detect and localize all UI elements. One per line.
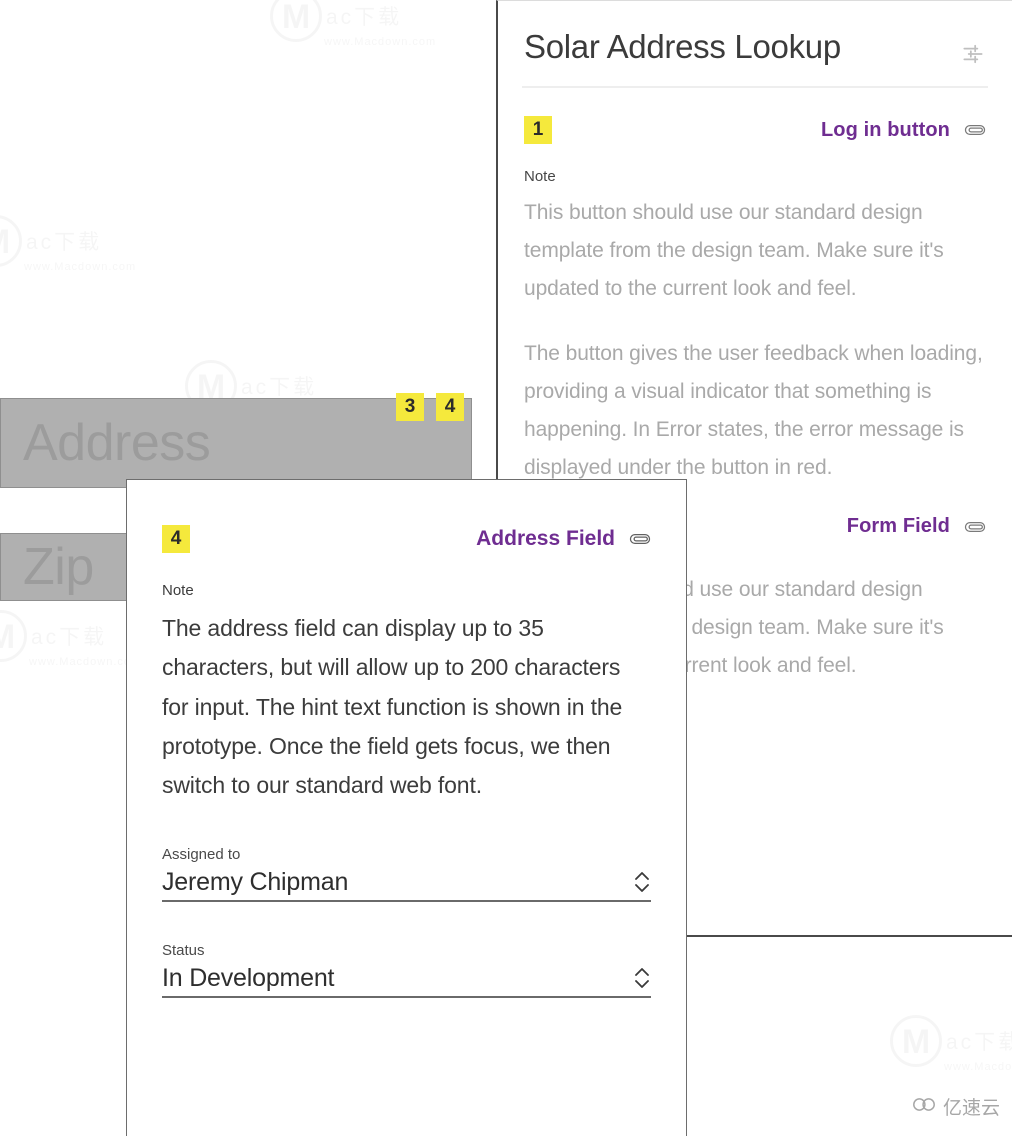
watermark-m-glyph: M [890,1015,942,1067]
stepper-icon[interactable] [633,868,651,896]
note-card-address-field: 4 Address Field Note The address field c… [126,479,687,1136]
paperclip-icon[interactable] [629,532,651,546]
watermark-macdown: Mac下载 www.Macdown.com [0,215,136,273]
assigned-to-label: Assigned to [162,845,241,863]
pin-badge-4[interactable]: 4 [436,393,464,421]
section-log-in-button: 1 Log in button Note This button should … [498,116,1012,487]
pin-badge-4[interactable]: 4 [162,525,190,553]
brand-watermark: 亿速云 [911,1093,1000,1120]
watermark-sublabel: www.Macdown.com [24,261,136,273]
watermark-m-glyph: M [0,215,22,267]
section-header: 1 Log in button [524,116,986,144]
status-label: Status [162,941,205,959]
cloud-icon [911,1096,937,1117]
watermark-label: ac下载 [31,621,107,651]
status-value: In Development [162,963,335,992]
note-label: Note [524,168,556,185]
note-card-title-link[interactable]: Address Field [476,527,615,551]
section-title-wrap: Form Field [847,515,986,538]
section-title-wrap: Log in button [821,119,986,142]
watermark-label: ac下载 [326,1,402,31]
watermark-label: ac下载 [241,371,317,401]
section-title-link[interactable]: Form Field [847,515,950,538]
note-card-title-wrap: Address Field [476,527,651,551]
sliders-icon[interactable] [960,41,986,67]
section-title-link[interactable]: Log in button [821,119,950,142]
pin-badge-1[interactable]: 1 [524,116,552,144]
watermark-sublabel: www.Macdown.com [324,36,436,48]
status-group: Status In Development [162,941,651,999]
stepper-icon[interactable] [633,964,651,992]
page-title: Solar Address Lookup [524,28,841,65]
watermark-label: ac下载 [946,1026,1012,1056]
note-card-body: 4 Address Field Note The address field c… [127,525,686,999]
note-label: Note [162,582,194,599]
watermark-macdown: Mac下载 www.Macdown.com [270,0,436,48]
note-paragraph: The address field can display up to 35 c… [162,615,623,799]
address-field-placeholder: Address [23,414,211,472]
watermark-macdown: Mac下载 www.Macdown.com [890,1015,1012,1073]
watermark-label: ac下载 [26,226,102,256]
brand-label: 亿速云 [942,1097,1000,1119]
zip-field-placeholder: Zip [23,538,94,596]
watermark-m-glyph: M [0,610,27,662]
note-paragraph: This button should use our standard desi… [524,201,944,300]
assigned-to-group: Assigned to Jeremy Chipman [162,846,651,902]
pin-badge-3[interactable]: 3 [396,393,424,421]
panel-header: Solar Address Lookup [498,1,1012,67]
screenshot-canvas: Mac下载 www.Macdown.com Mac下载 www.Macdown.… [0,0,1012,1136]
paperclip-icon[interactable] [964,123,986,137]
note-card-header: 4 Address Field [162,525,651,553]
watermark-macdown: Mac下载 www.Macdown.com [0,610,141,668]
watermark-m-glyph: M [270,0,322,42]
assigned-to-value: Jeremy Chipman [162,867,349,896]
watermark-sublabel: www.Macdown.com [944,1061,1012,1073]
status-select[interactable]: In Development [162,963,651,999]
header-divider [522,86,988,88]
assigned-to-select[interactable]: Jeremy Chipman [162,867,651,902]
watermark-sublabel: www.Macdown.com [29,656,141,668]
note-paragraph: The button gives the user feedback when … [524,342,983,479]
paperclip-icon[interactable] [964,520,986,534]
